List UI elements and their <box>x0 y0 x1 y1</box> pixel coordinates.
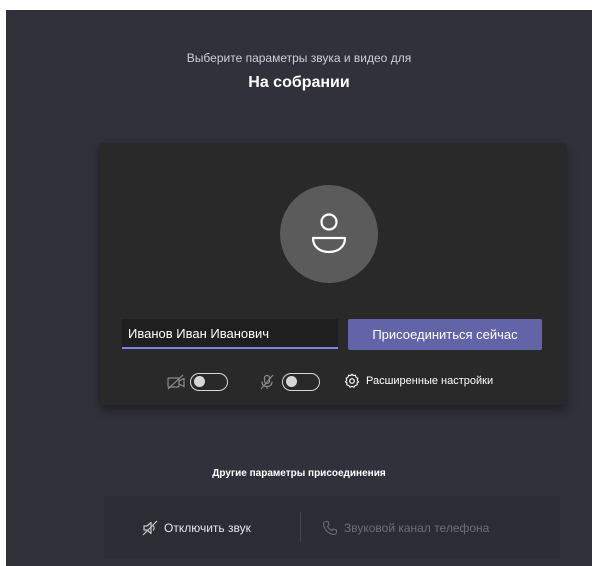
advanced-settings-label: Расширенные настройки <box>366 375 494 387</box>
camera-toggle[interactable] <box>190 373 228 391</box>
phone-audio-label: Звуковой канал телефона <box>344 521 490 535</box>
other-join-options-title: Другие параметры присоединения <box>212 468 386 479</box>
phone-audio-option[interactable]: Звуковой канал телефона <box>322 496 552 558</box>
camera-toggle-knob <box>194 376 205 387</box>
join-now-button[interactable]: Присоединиться сейчас <box>348 319 542 350</box>
phone-icon <box>322 520 338 536</box>
options-divider <box>300 512 301 542</box>
other-join-options-panel: Отключить звук Звуковой канал телефона <box>104 496 560 558</box>
gear-icon <box>344 373 360 388</box>
display-name-input[interactable] <box>122 319 338 349</box>
person-icon <box>311 213 347 254</box>
meeting-prejoin-screen: Выберите параметры звука и видео для На … <box>6 10 592 566</box>
mic-off-icon <box>260 374 274 390</box>
video-preview-panel: Присоединиться сейчас <box>100 143 566 405</box>
microphone-toggle[interactable] <box>282 373 320 391</box>
mute-audio-option[interactable]: Отключить звук <box>142 496 292 558</box>
mute-audio-label: Отключить звук <box>164 521 251 535</box>
camera-off-icon <box>167 374 185 390</box>
device-controls: Расширенные настройки <box>100 371 566 395</box>
prejoin-subtitle: Выберите параметры звука и видео для <box>186 51 412 65</box>
microphone-toggle-knob <box>286 376 297 387</box>
meeting-title: На собрании <box>248 74 350 91</box>
speaker-off-icon <box>142 520 158 536</box>
avatar <box>280 185 378 283</box>
